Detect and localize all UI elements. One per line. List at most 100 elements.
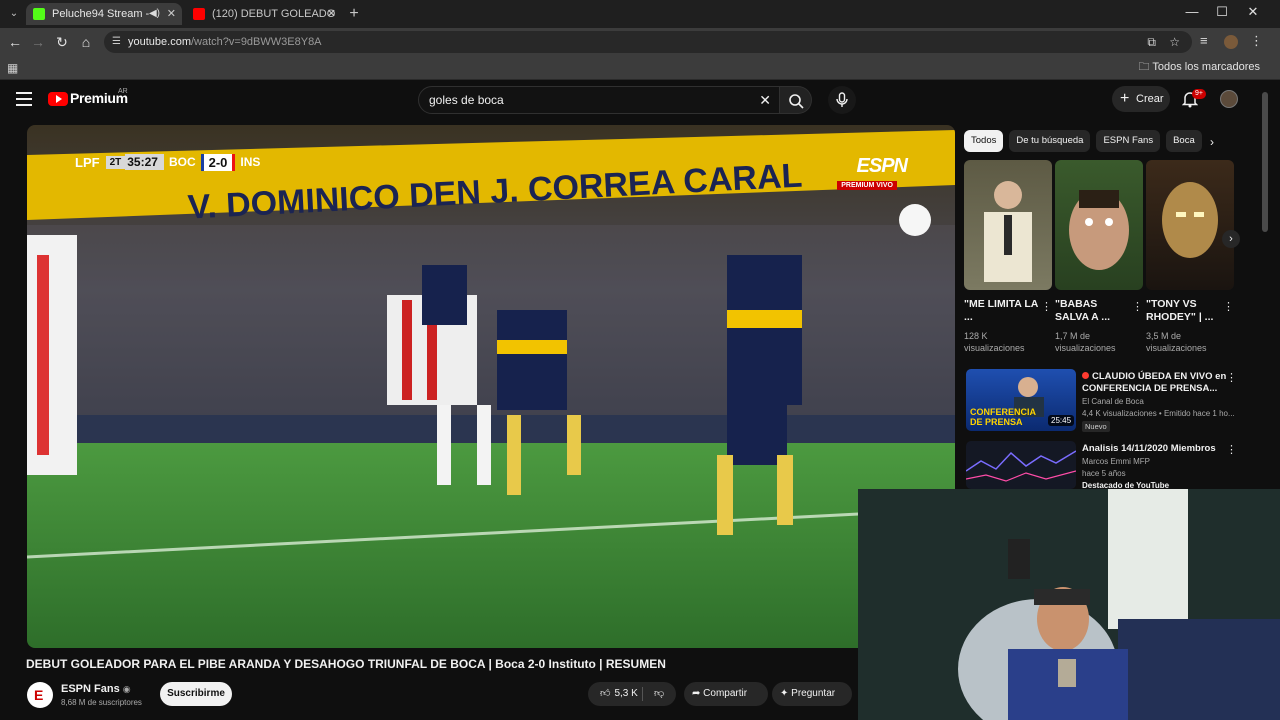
chips-next-icon[interactable]: › [1210, 135, 1214, 149]
broadcaster-sub: PREMIUM VIVO [837, 181, 897, 190]
media-controls-icon[interactable]: ≡ [1200, 33, 1208, 48]
video-title: DEBUT GOLEADOR PARA EL PIBE ARANDA Y DES… [26, 657, 666, 671]
create-button[interactable]: + Crear [1112, 86, 1170, 112]
home-team: BOC [168, 155, 196, 169]
region-code: AR [118, 88, 128, 95]
search-input[interactable]: goles de boca ✕ [418, 86, 780, 114]
ask-button[interactable]: ✦ Preguntar [772, 682, 852, 706]
search-button[interactable] [780, 86, 812, 114]
tab-peluche-stream[interactable]: Peluche94 Stream - Watch ◀) ✕ [26, 3, 182, 25]
chip-from-search[interactable]: De tu búsqueda [1009, 130, 1091, 152]
subscriber-count: 8,68 M de suscriptores [61, 698, 142, 707]
short-title: "TONY VS RHODEY" | ... [1146, 298, 1214, 323]
verified-icon: ◉ [122, 684, 131, 694]
url-host: youtube.com [128, 36, 191, 48]
bookmark-star-icon[interactable]: ☆ [1169, 31, 1180, 53]
match-clock: 35:27 [125, 154, 164, 170]
match-half: 2T [105, 155, 126, 169]
close-tab-icon[interactable]: ✕ [327, 3, 336, 25]
all-bookmarks-label: Todos los marcadores [1152, 61, 1260, 73]
more-options-icon[interactable]: ⋮ [1041, 300, 1052, 313]
thumbs-down-icon: 👎︎ [654, 688, 665, 699]
install-app-icon[interactable]: ⧉ [1147, 31, 1156, 53]
short-views: 128 K visualizaciones [964, 331, 1025, 353]
short-item[interactable]: "TONY VS RHODEY" | ... 3,5 M de visualiz… [1146, 160, 1234, 354]
plus-icon: + [1120, 90, 1130, 107]
browser-tab-bar: ⌄ Peluche94 Stream - Watch ◀) ✕ (120) DE… [0, 0, 1280, 28]
browser-menu-icon[interactable]: ⋮ [1250, 33, 1263, 49]
like-dislike-group: 👍︎ 5,3 K 👎︎ [588, 682, 676, 706]
kick-favicon-icon [33, 8, 45, 20]
more-options-icon[interactable]: ⋮ [1226, 443, 1237, 456]
chip-all[interactable]: Todos [964, 130, 1004, 152]
live-dot-icon [1082, 372, 1089, 379]
url-path: /watch?v=9dBWW3E8Y8A [190, 36, 322, 48]
video-thumbnail [966, 441, 1076, 489]
league-label: LPF [75, 154, 100, 170]
like-divider [642, 687, 643, 701]
forward-icon[interactable]: → [29, 33, 47, 51]
dislike-button[interactable]: 👎︎ [654, 682, 664, 706]
account-avatar[interactable] [1220, 90, 1238, 108]
more-options-icon[interactable]: ⋮ [1226, 371, 1237, 384]
video-player[interactable]: V. DOMINICO DEN J. CORREA CARAL LPF 2T 3… [27, 125, 955, 648]
clear-search-icon[interactable]: ✕ [759, 87, 771, 113]
tab-title: (120) DEBUT GOLEADOR PARA [212, 8, 336, 20]
thumbs-up-icon: 👍︎ [600, 688, 611, 699]
page-scrollbar[interactable] [1262, 92, 1268, 232]
short-thumbnail [964, 160, 1052, 290]
close-tab-icon[interactable]: ✕ [167, 3, 176, 25]
thumb-overlay-text: CONFERENCIA DE PRENSA [970, 407, 1036, 427]
video-frame: V. DOMINICO DEN J. CORREA CARAL [27, 125, 955, 648]
short-thumb-art [1162, 182, 1218, 258]
chip-espn-fans[interactable]: ESPN Fans [1096, 130, 1161, 152]
microphone-icon [836, 92, 848, 107]
tab-youtube-video[interactable]: (120) DEBUT GOLEADOR PARA ✕ [186, 3, 342, 25]
address-bar[interactable]: ☰ youtube.com/watch?v=9dBWW3E8Y8A ⧉ ☆ [104, 31, 1192, 53]
shorts-next-icon[interactable]: › [1222, 230, 1240, 248]
youtube-logo-icon[interactable] [48, 92, 68, 106]
profile-avatar-icon[interactable] [1224, 35, 1238, 49]
channel-avatar[interactable] [27, 682, 53, 708]
tab-search-icon[interactable]: ⌄ [6, 6, 22, 22]
minimize-icon[interactable]: — [1182, 4, 1202, 19]
subscribe-button[interactable]: Suscribirme [160, 682, 232, 706]
new-badge: Nuevo [1082, 421, 1110, 432]
voice-search-button[interactable] [828, 86, 856, 114]
like-button[interactable]: 👍︎ 5,3 K [600, 688, 638, 699]
speaker-icon[interactable]: ◀) [149, 3, 160, 25]
more-options-icon[interactable]: ⋮ [1132, 300, 1143, 313]
share-button[interactable]: ➦ Compartir [684, 682, 768, 706]
hamburger-menu-icon[interactable] [16, 92, 32, 106]
site-info-icon[interactable]: ☰ [112, 36, 121, 47]
reload-icon[interactable]: ↻ [53, 33, 71, 51]
match-score: 2-0 [200, 153, 236, 171]
video-channel[interactable]: Marcos Emmi MFP [1082, 457, 1150, 466]
short-thumb-art [1069, 190, 1129, 270]
sparkle-icon: ✦ [780, 688, 789, 699]
apps-grid-icon[interactable]: ▦ [7, 61, 18, 75]
home-icon[interactable]: ⌂ [77, 33, 95, 51]
all-bookmarks-button[interactable]: 🗀 Todos los marcadores [1139, 56, 1260, 78]
filter-chips: Todos De tu búsqueda ESPN Fans Boca [964, 130, 1202, 154]
close-window-icon[interactable]: ✕ [1243, 4, 1263, 20]
video-channel[interactable]: El Canal de Boca [1082, 397, 1144, 406]
more-options-icon[interactable]: ⋮ [1223, 300, 1234, 313]
short-thumbnail [1055, 160, 1143, 290]
back-icon[interactable]: ← [6, 33, 24, 51]
recommended-video[interactable]: Analisis 14/11/2020 Miembros Marcos Emmi… [966, 441, 1256, 490]
short-title: "ME LIMITA LA ... [964, 298, 1038, 323]
bookmarks-bar: ▦ 🗀 Todos los marcadores [0, 56, 1280, 80]
chip-boca[interactable]: Boca [1166, 130, 1202, 152]
short-item[interactable]: "ME LIMITA LA ... 128 K visualizaciones … [964, 160, 1052, 354]
channel-name[interactable]: ESPN Fans ◉ [61, 683, 131, 695]
short-item[interactable]: "BABAS SALVA A ... 1,7 M de visualizacio… [1055, 160, 1143, 354]
recommended-video[interactable]: CONFERENCIA DE PRENSA 25:45 CLAUDIO ÚBED… [966, 369, 1256, 433]
short-views: 3,5 M de visualizaciones [1146, 331, 1207, 353]
streamer-webcam [858, 489, 1280, 720]
maximize-icon[interactable]: ☐ [1212, 4, 1232, 20]
thumb-art [966, 450, 1076, 482]
share-label: Compartir [703, 688, 748, 699]
short-views: 1,7 M de visualizaciones [1055, 331, 1116, 353]
new-tab-button[interactable]: + [345, 5, 363, 23]
